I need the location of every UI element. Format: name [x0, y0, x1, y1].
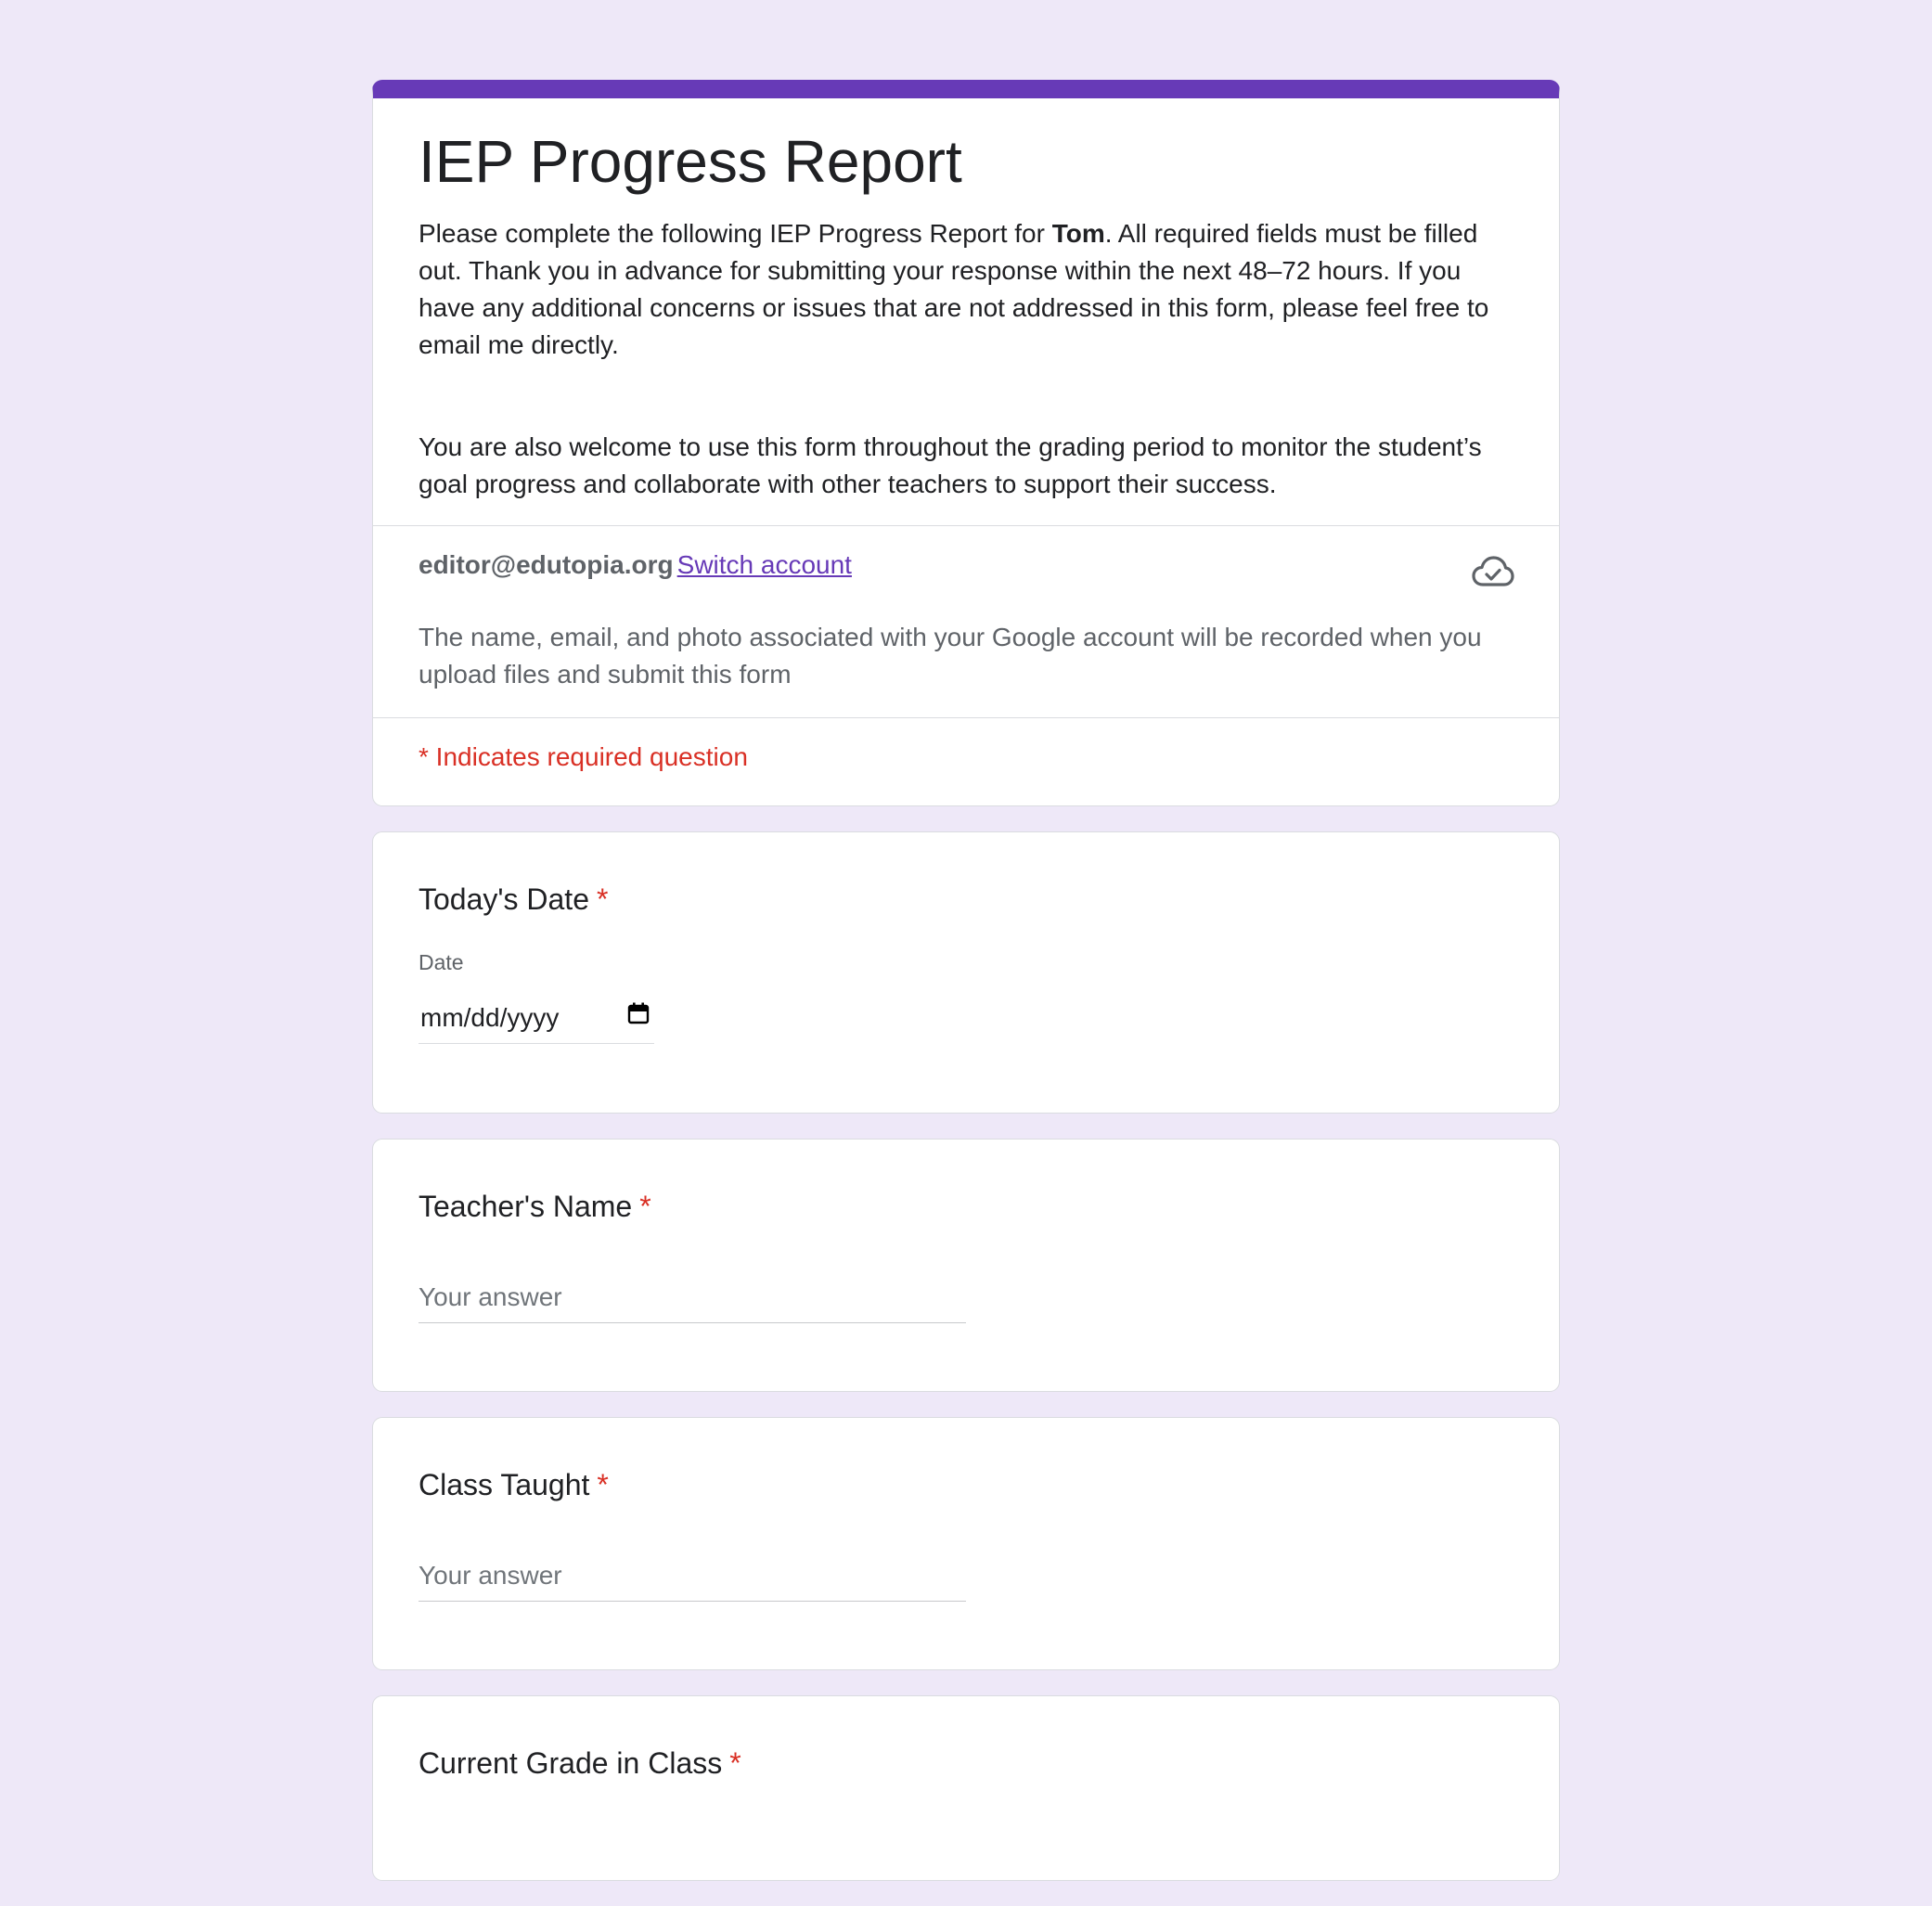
form-description: Please complete the following IEP Progre… [419, 215, 1513, 364]
required-star: * [639, 1190, 651, 1223]
question-title-text: Current Grade in Class [419, 1746, 723, 1780]
cloud-check-icon [1472, 556, 1514, 586]
question-title: Today's Date * [419, 879, 1513, 920]
answer-placeholder: Your answer [419, 1561, 562, 1590]
form-header: IEP Progress Report Please complete the … [373, 98, 1559, 525]
question-title: Teacher's Name * [419, 1186, 1513, 1227]
class-taught-input[interactable]: Your answer [419, 1553, 966, 1602]
required-star: * [729, 1746, 741, 1780]
question-card-class-taught: Class Taught * Your answer [372, 1417, 1560, 1670]
question-title-text: Teacher's Name [419, 1190, 633, 1223]
calendar-icon[interactable] [626, 1001, 650, 1025]
question-card-teachers-name: Teacher's Name * Your answer [372, 1139, 1560, 1392]
question-card-current-grade: Current Grade in Class * [372, 1695, 1560, 1881]
required-star: * [596, 882, 609, 916]
student-name: Tom [1051, 219, 1105, 248]
form-description-para2: You are also welcome to use this form th… [419, 432, 1482, 498]
question-title-text: Class Taught [419, 1468, 590, 1501]
answer-placeholder: Your answer [419, 1282, 562, 1311]
question-title: Class Taught * [419, 1464, 1513, 1505]
form-container: IEP Progress Report Please complete the … [372, 80, 1560, 1906]
switch-account-link[interactable]: Switch account [677, 550, 852, 579]
question-title: Current Grade in Class * [419, 1743, 1513, 1784]
date-sub-label: Date [419, 950, 464, 974]
question-card-todays-date: Today's Date * Date mm/dd/yyyy [372, 831, 1560, 1114]
date-input[interactable]: mm/dd/yyyy [419, 998, 654, 1044]
account-note: The name, email, and photo associated wi… [419, 623, 1482, 689]
account-email: editor@edutopia.org [419, 550, 674, 579]
teachers-name-input[interactable]: Your answer [419, 1275, 966, 1323]
account-section: editor@edutopia.org Switch account The na… [373, 526, 1559, 717]
required-note: * Indicates required question [419, 742, 748, 771]
date-input-value: mm/dd/yyyy [420, 1003, 560, 1032]
description-text-1: Please complete the following IEP Progre… [419, 219, 1052, 248]
account-line: editor@edutopia.org Switch account [419, 547, 1513, 584]
question-title-text: Today's Date [419, 882, 589, 916]
form-header-card: IEP Progress Report Please complete the … [372, 80, 1560, 806]
required-star: * [597, 1468, 609, 1501]
form-title: IEP Progress Report [419, 128, 962, 195]
